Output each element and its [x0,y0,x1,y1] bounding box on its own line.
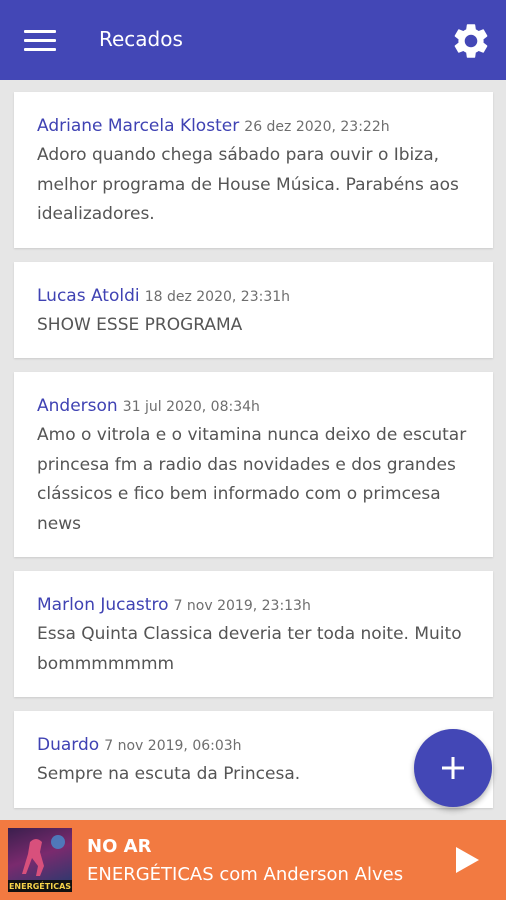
author-name: Duardo [37,735,100,755]
now-playing-bar[interactable]: ENERGÉTICAS [0,820,506,900]
menu-icon[interactable] [24,28,56,52]
message-card: Lucas Atoldi 18 dez 2020, 23:31h SHOW ES… [14,261,493,358]
message-text: Essa Quinta Classica deveria ter toda no… [37,624,462,674]
message-date: 26 dez 2020, 23:22h [244,119,390,135]
message-text: Sempre na escuta da Princesa. [37,764,301,784]
page-title: Recados [99,27,183,51]
message-card: Anderson 31 jul 2020, 08:34h Amo o vitro… [14,372,493,557]
message-card: Adriane Marcela Kloster 26 dez 2020, 23:… [14,92,493,248]
play-icon[interactable] [454,846,480,878]
add-message-button[interactable] [414,729,492,807]
message-date: 31 jul 2020, 08:34h [122,399,260,415]
app-bar: Recados [0,0,506,80]
message-card: Marlon Jucastro 7 nov 2019, 23:13h Essa … [14,571,493,697]
message-text: Adoro quando chega sábado para ouvir o I… [37,145,459,224]
author-name: Anderson [37,396,118,416]
plus-icon [442,757,464,779]
author-name: Adriane Marcela Kloster [37,116,240,136]
thumb-label: ENERGÉTICAS [9,880,71,891]
gear-icon[interactable] [450,20,492,62]
message-text: SHOW ESSE PROGRAMA [37,314,243,335]
message-text: Amo o vitrola e o vitamina nunca deixo d… [37,425,467,534]
program-thumbnail: ENERGÉTICAS [8,828,72,892]
message-list: Adriane Marcela Kloster 26 dez 2020, 23:… [14,92,493,822]
message-date: 18 dez 2020, 23:31h [144,288,291,305]
author-name: Marlon Jucastro [37,595,169,615]
program-name: ENERGÉTICAS com Anderson Alves [87,864,404,885]
message-date: 7 nov 2019, 23:13h [173,598,311,614]
author-name: Lucas Atoldi [37,285,140,306]
on-air-label: NO AR [87,836,152,857]
message-date: 7 nov 2019, 06:03h [104,738,242,754]
